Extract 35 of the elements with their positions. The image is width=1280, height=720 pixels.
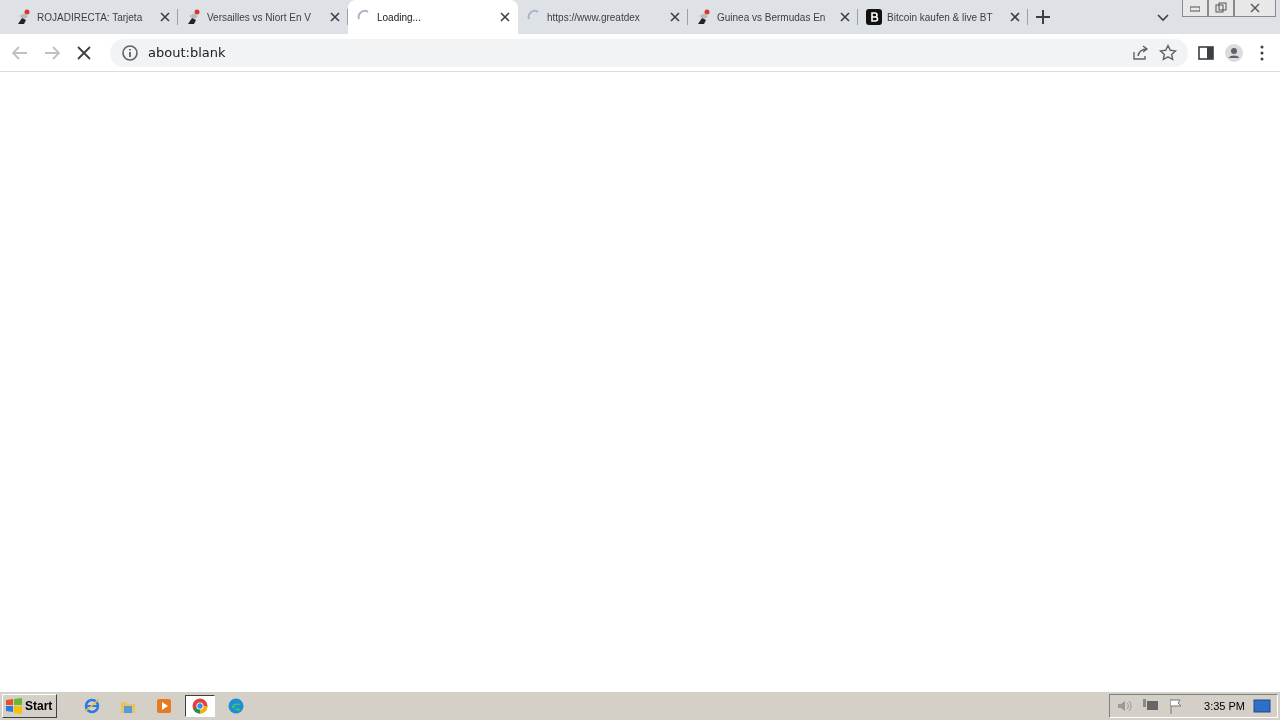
close-icon[interactable] bbox=[498, 10, 512, 24]
browser-e-icon bbox=[83, 697, 102, 715]
minimize-icon bbox=[1190, 4, 1200, 12]
chrome-icon bbox=[191, 697, 210, 715]
close-icon[interactable] bbox=[668, 10, 682, 24]
restore-icon bbox=[1215, 2, 1227, 14]
close-window-button[interactable] bbox=[1234, 0, 1276, 17]
browser-tab[interactable]: ROJADIRECTA: Tarjeta bbox=[8, 0, 178, 34]
browser-tab[interactable]: Versailles vs Niort En V bbox=[178, 0, 348, 34]
browser-tab[interactable]: Bitcoin kaufen & live BT bbox=[858, 0, 1028, 34]
browser-tab[interactable]: https://www.greatdex bbox=[518, 0, 688, 34]
figure-icon bbox=[186, 9, 202, 25]
bitcoin-logo-icon bbox=[866, 9, 882, 25]
close-icon bbox=[1249, 2, 1261, 14]
star-icon[interactable] bbox=[1158, 42, 1178, 63]
minimize-button[interactable] bbox=[1182, 0, 1208, 17]
close-icon[interactable] bbox=[158, 10, 172, 24]
info-icon[interactable] bbox=[120, 42, 140, 63]
restore-button[interactable] bbox=[1208, 0, 1234, 17]
edge-icon bbox=[227, 697, 246, 715]
browser-tab[interactable]: Loading... bbox=[348, 0, 518, 34]
play-icon bbox=[155, 697, 174, 715]
profile-avatar-icon[interactable] bbox=[1224, 42, 1244, 63]
browser-tab[interactable]: Guinea vs Bermudas En bbox=[688, 0, 858, 34]
figure-icon bbox=[16, 9, 32, 25]
close-icon[interactable] bbox=[328, 10, 342, 24]
windows-logo-icon bbox=[5, 698, 23, 714]
start-button[interactable]: Start bbox=[2, 694, 58, 718]
close-icon[interactable] bbox=[1008, 10, 1022, 24]
clock[interactable]: 3:35 PM bbox=[1204, 700, 1245, 712]
figure-icon bbox=[696, 9, 712, 25]
taskbar-button[interactable] bbox=[185, 695, 216, 717]
close-icon[interactable] bbox=[838, 10, 852, 24]
address-bar[interactable]: about:blank bbox=[110, 38, 1188, 67]
show-desktop-icon[interactable] bbox=[1253, 698, 1271, 714]
